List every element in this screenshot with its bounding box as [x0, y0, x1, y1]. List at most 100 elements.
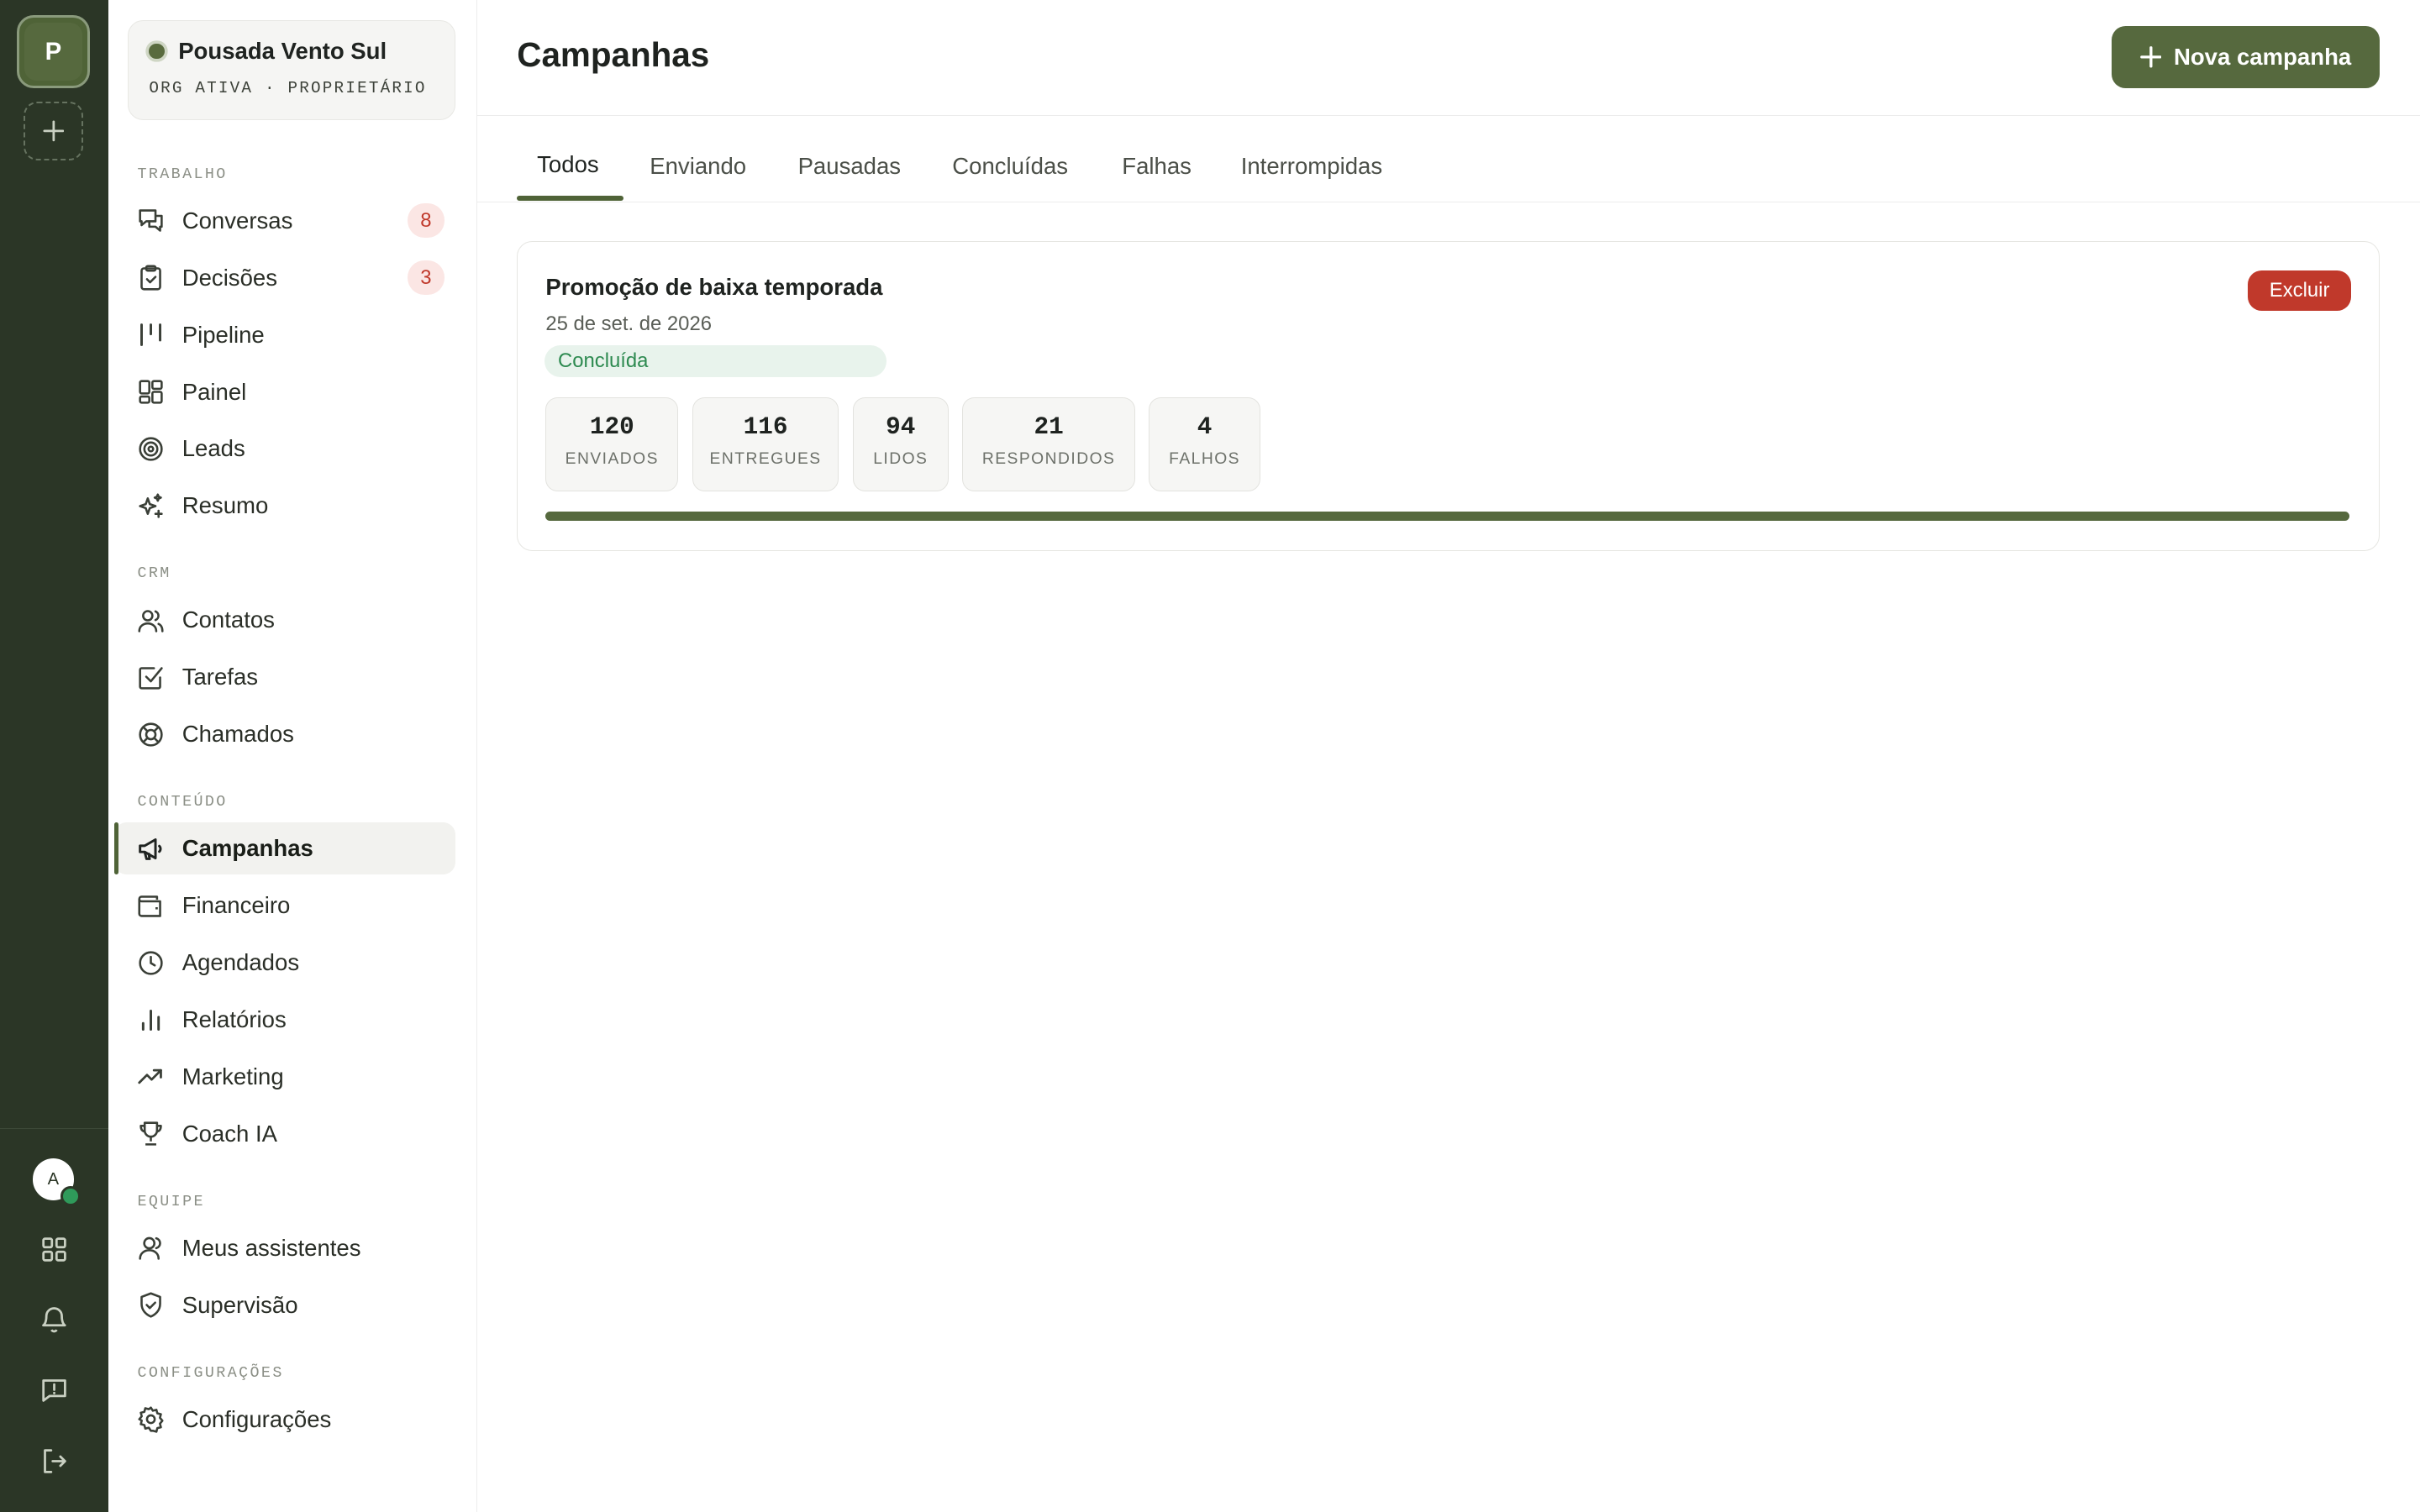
org-role: ORG ATIVA · PROPRIETÁRIO — [149, 78, 427, 97]
sidebar-item-coach[interactable]: Coach IA — [114, 1108, 455, 1160]
stat-entregues: 116 ENTREGUES — [692, 397, 839, 492]
users-icon — [137, 606, 165, 634]
sidebar-item-configuracoes[interactable]: Configurações — [114, 1394, 455, 1446]
rail-divider — [0, 1127, 108, 1130]
logout-button[interactable] — [35, 1442, 72, 1479]
sidebar-item-decisoes[interactable]: Decisões 3 — [114, 251, 455, 303]
unread-badge: 8 — [407, 203, 445, 238]
sidebar-item-marketing[interactable]: Marketing — [114, 1051, 455, 1103]
app-rail: P A — [0, 0, 108, 1512]
message-alert-icon — [42, 1379, 66, 1403]
section-conteudo: CONTEÚDO — [137, 793, 228, 811]
trophy-icon — [137, 1120, 165, 1147]
page-header: Campanhas Nova campanha — [476, 0, 2420, 116]
sidebar-item-label: Conversas — [182, 207, 293, 234]
sidebar-item-label: Decisões — [182, 264, 277, 291]
target-icon — [137, 435, 165, 463]
campaign-title: Promoção de baixa temporada — [545, 274, 883, 301]
sidebar-item-supervisao[interactable]: Supervisão — [114, 1279, 455, 1331]
sidebar-item-assistentes[interactable]: Meus assistentes — [114, 1222, 455, 1274]
wallet-icon — [137, 892, 165, 920]
megaphone-icon — [137, 835, 165, 863]
checkbox-icon — [137, 664, 165, 691]
stat-label: ENTREGUES — [709, 450, 822, 469]
tab-interrompidas[interactable]: Interrompidas — [1241, 153, 1382, 180]
bell-icon — [42, 1307, 66, 1333]
chat-icon — [137, 207, 165, 234]
main-content: Campanhas Nova campanha Todos Enviando P… — [476, 0, 2420, 1512]
sidebar-item-label: Painel — [182, 378, 247, 405]
sidebar-item-painel[interactable]: Painel — [114, 365, 455, 417]
delete-campaign-button[interactable]: Excluir — [2248, 270, 2352, 312]
sidebar-item-resumo[interactable]: Resumo — [114, 480, 455, 532]
campaign-card[interactable]: Promoção de baixa temporada 25 de set. d… — [517, 240, 2381, 551]
sidebar-item-label: Contatos — [182, 606, 275, 633]
sidebar-item-label: Relatórios — [182, 1006, 287, 1033]
add-org-button[interactable] — [23, 102, 84, 160]
grid-icon — [42, 1237, 66, 1262]
trending-up-icon — [137, 1063, 165, 1090]
org-name: Pousada Vento Sul — [178, 38, 387, 65]
section-equipe: EQUIPE — [137, 1192, 205, 1210]
stat-lidos: 94 LIDOS — [852, 397, 949, 492]
tab-falhas[interactable]: Falhas — [1122, 153, 1192, 180]
stat-enviados: 120 ENVIADOS — [545, 397, 679, 492]
bar-chart-icon — [137, 1006, 165, 1034]
sidebar-item-label: Financeiro — [182, 892, 291, 919]
page-title: Campanhas — [517, 35, 710, 75]
sidebar-item-contatos[interactable]: Contatos — [114, 594, 455, 646]
new-campaign-button[interactable]: Nova campanha — [2111, 26, 2381, 88]
sidebar-item-label: Pipeline — [182, 321, 265, 348]
stat-label: ENVIADOS — [565, 450, 659, 469]
stat-value: 94 — [886, 413, 916, 442]
tab-enviando[interactable]: Enviando — [650, 153, 746, 180]
sidebar-item-chamados[interactable]: Chamados — [114, 708, 455, 760]
sidebar-item-campanhas[interactable]: Campanhas — [113, 822, 455, 875]
stat-label: FALHOS — [1169, 450, 1241, 469]
stat-value: 21 — [1034, 413, 1064, 442]
sidebar-item-pipeline[interactable]: Pipeline — [114, 308, 455, 360]
new-campaign-label: Nova campanha — [2173, 43, 2352, 70]
sidebar-item-agendados[interactable]: Agendados — [114, 937, 455, 989]
tab-todos[interactable]: Todos — [537, 151, 599, 178]
pending-badge: 3 — [407, 260, 445, 295]
stat-value: 4 — [1197, 413, 1213, 442]
sidebar-item-tarefas[interactable]: Tarefas — [114, 651, 455, 703]
section-trabalho: TRABALHO — [137, 165, 228, 183]
campaign-progress-bar — [545, 511, 2350, 521]
sidebar-item-label: Chamados — [182, 721, 294, 748]
apps-button[interactable] — [35, 1231, 72, 1268]
campaign-progress-fill — [545, 511, 2350, 521]
clipboard-icon — [137, 264, 165, 291]
gear-icon — [137, 1405, 165, 1433]
tab-concluidas[interactable]: Concluídas — [952, 153, 1068, 180]
sidebar-item-label: Tarefas — [182, 664, 259, 690]
sidebar-item-label: Supervisão — [182, 1291, 298, 1318]
plus-icon — [2139, 46, 2162, 68]
dashboard-icon — [137, 378, 165, 406]
sidebar-item-label: Agendados — [182, 949, 300, 976]
sparkles-icon — [137, 492, 165, 520]
online-status-dot — [60, 1186, 81, 1207]
sidebar-item-conversas[interactable]: Conversas 8 — [114, 194, 455, 246]
sidebar-item-leads[interactable]: Leads — [114, 423, 455, 475]
tab-pausadas[interactable]: Pausadas — [798, 153, 902, 180]
active-tab-indicator — [517, 196, 623, 201]
org-switcher-avatar[interactable]: P — [17, 15, 90, 88]
sidebar-item-label: Campanhas — [182, 835, 313, 862]
sidebar-item-label: Marketing — [182, 1063, 284, 1089]
sidebar-item-relatorios[interactable]: Relatórios — [114, 994, 455, 1046]
stat-label: RESPONDIDOS — [981, 450, 1116, 469]
stat-value: 116 — [743, 413, 788, 442]
logout-icon — [43, 1449, 66, 1473]
active-org-card[interactable]: Pousada Vento Sul ORG ATIVA · PROPRIETÁR… — [128, 19, 455, 121]
plus-icon — [42, 120, 64, 142]
clock-icon — [137, 949, 165, 977]
stat-respondidos: 21 RESPONDIDOS — [962, 397, 1135, 492]
notifications-button[interactable] — [35, 1300, 72, 1337]
sidebar-item-financeiro[interactable]: Financeiro — [114, 879, 455, 932]
status-badge: Concluída — [544, 344, 887, 378]
sidebar-item-label: Resumo — [182, 492, 269, 519]
feedback-button[interactable] — [35, 1372, 72, 1409]
stat-falhos: 4 FALHOS — [1149, 397, 1260, 492]
